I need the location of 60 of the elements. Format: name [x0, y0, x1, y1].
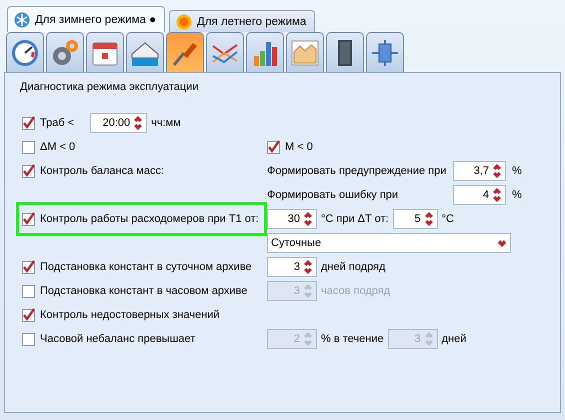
section-title: Диагностика режима эксплуатации [19, 81, 200, 95]
gears-icon [50, 38, 80, 68]
checkbox[interactable] [22, 308, 36, 322]
area-chart-icon [290, 38, 320, 68]
checkbox-label: Траб < [40, 117, 74, 129]
checkbox-label: Контроль работы расходомеров при Т1 от: [40, 213, 259, 225]
unit-label: °C [442, 213, 454, 225]
number-field[interactable]: 3,7 [453, 161, 506, 181]
toolbar-tab[interactable] [46, 32, 84, 72]
spin-arrows-icon[interactable] [424, 211, 434, 227]
checkbox[interactable] [22, 260, 36, 274]
toolbar-tab[interactable] [86, 32, 124, 72]
toolbar-tab[interactable] [126, 32, 164, 72]
error-label: Формировать ошибку при [267, 189, 400, 201]
unit-label: °C при ΔT от: [321, 213, 389, 225]
number-field[interactable]: 30 [267, 209, 317, 229]
checkbox-label: M < 0 [285, 141, 313, 153]
unit-label: % [512, 189, 522, 201]
toolbar-tab[interactable] [366, 32, 404, 72]
number-field[interactable]: 4 [453, 185, 506, 205]
spin-arrows-icon[interactable] [303, 211, 313, 227]
checkbox-label: Контроль баланса масс: [40, 165, 164, 177]
unit-label: часов подряд [321, 285, 390, 297]
unit-label: % в течение [321, 333, 384, 345]
spin-arrows-icon[interactable] [492, 187, 502, 203]
unit-label: чч:мм [151, 117, 181, 129]
warning-label: Формировать предупреждение при [267, 165, 447, 177]
archive-dropdown[interactable]: Суточные [267, 233, 511, 253]
number-field[interactable]: 3 [267, 257, 317, 277]
checkbox[interactable] [22, 212, 36, 226]
toolbar-tab[interactable] [166, 32, 204, 72]
dropdown-arrow-icon[interactable] [497, 238, 507, 248]
mode-tab[interactable]: Для летнего режима [169, 10, 316, 32]
toolbar-tab[interactable] [6, 32, 44, 72]
unit-label: дней [442, 333, 466, 345]
toolbar-tab[interactable] [246, 32, 284, 72]
unit-label: % [512, 165, 522, 177]
checkbox-label: Контроль недостоверных значений [40, 309, 220, 321]
toolbar-tab[interactable] [286, 32, 324, 72]
checkbox-label: ΔM < 0 [40, 141, 76, 153]
toolbar-tab[interactable] [206, 32, 244, 72]
snowflake-icon [14, 12, 30, 28]
spin-arrows-icon[interactable] [303, 259, 313, 275]
spin-arrows-icon[interactable] [492, 163, 502, 179]
gauge-icon [10, 38, 40, 68]
spin-arrows-icon[interactable] [133, 115, 144, 131]
checkbox[interactable] [267, 140, 281, 154]
checkbox[interactable] [22, 140, 36, 154]
toolbar-tab[interactable] [326, 32, 364, 72]
checkbox-label: Подстановка констант в часовом архиве [40, 285, 248, 297]
number-field[interactable]: 5 [392, 209, 438, 229]
checkbox-label: Часовой небаланс превышает [40, 333, 196, 345]
checkbox[interactable] [22, 116, 36, 130]
unit-label: дней подряд [321, 261, 386, 273]
time-field[interactable]: 20:00 [90, 113, 148, 133]
checkbox-label: Подстановка констант в суточном архиве [40, 261, 252, 273]
mode-tab[interactable]: Для зимнего режима ● [7, 6, 166, 32]
checkbox[interactable] [22, 164, 36, 178]
sun-icon [176, 14, 192, 30]
chip-icon [370, 38, 400, 68]
